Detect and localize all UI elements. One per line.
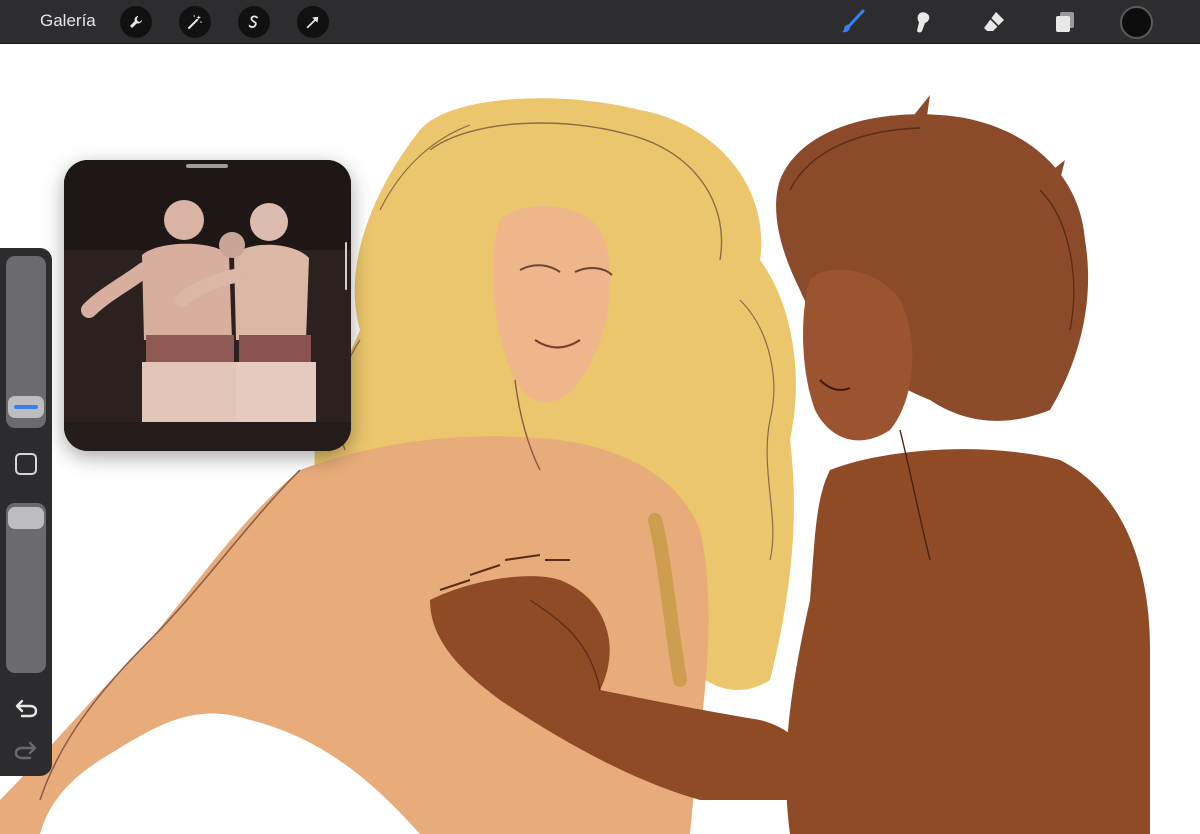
- eraser-tool-button[interactable]: [977, 5, 1011, 39]
- left-sidebar: [0, 248, 52, 776]
- magic-wand-icon: [188, 15, 202, 29]
- brush-tool-button[interactable]: [836, 5, 870, 39]
- opacity-slider[interactable]: [6, 503, 46, 673]
- transform-button[interactable]: [297, 6, 329, 38]
- brush-size-slider[interactable]: [6, 256, 46, 428]
- brush-size-indicator: [14, 405, 38, 409]
- layers-button[interactable]: [1048, 5, 1082, 39]
- reference-drag-handle[interactable]: [186, 164, 228, 168]
- redo-icon: [14, 741, 37, 760]
- reference-window[interactable]: [64, 160, 351, 451]
- modify-button[interactable]: [15, 453, 37, 475]
- opacity-knob[interactable]: [8, 507, 44, 529]
- layers-icon: [1056, 12, 1074, 32]
- gallery-button[interactable]: Galería: [40, 11, 96, 31]
- brush-size-knob[interactable]: [8, 396, 44, 418]
- smudge-tool-button[interactable]: [906, 5, 940, 39]
- redo-button[interactable]: [12, 738, 40, 762]
- wrench-icon: [130, 16, 142, 28]
- brush-icon: [842, 9, 865, 33]
- reference-image: [64, 160, 351, 451]
- undo-icon: [15, 699, 38, 718]
- reference-resize-handle[interactable]: [345, 242, 347, 290]
- color-picker-swatch[interactable]: [1120, 6, 1153, 39]
- selection-button[interactable]: [238, 6, 270, 38]
- eraser-icon: [984, 12, 1004, 31]
- top-toolbar: Galería: [0, 0, 1200, 44]
- transform-arrow-icon: [306, 16, 319, 29]
- selection-icon: [248, 15, 258, 28]
- undo-button[interactable]: [12, 696, 40, 720]
- adjustments-wand-button[interactable]: [179, 6, 211, 38]
- smudge-icon: [917, 12, 930, 33]
- actions-wrench-button[interactable]: [120, 6, 152, 38]
